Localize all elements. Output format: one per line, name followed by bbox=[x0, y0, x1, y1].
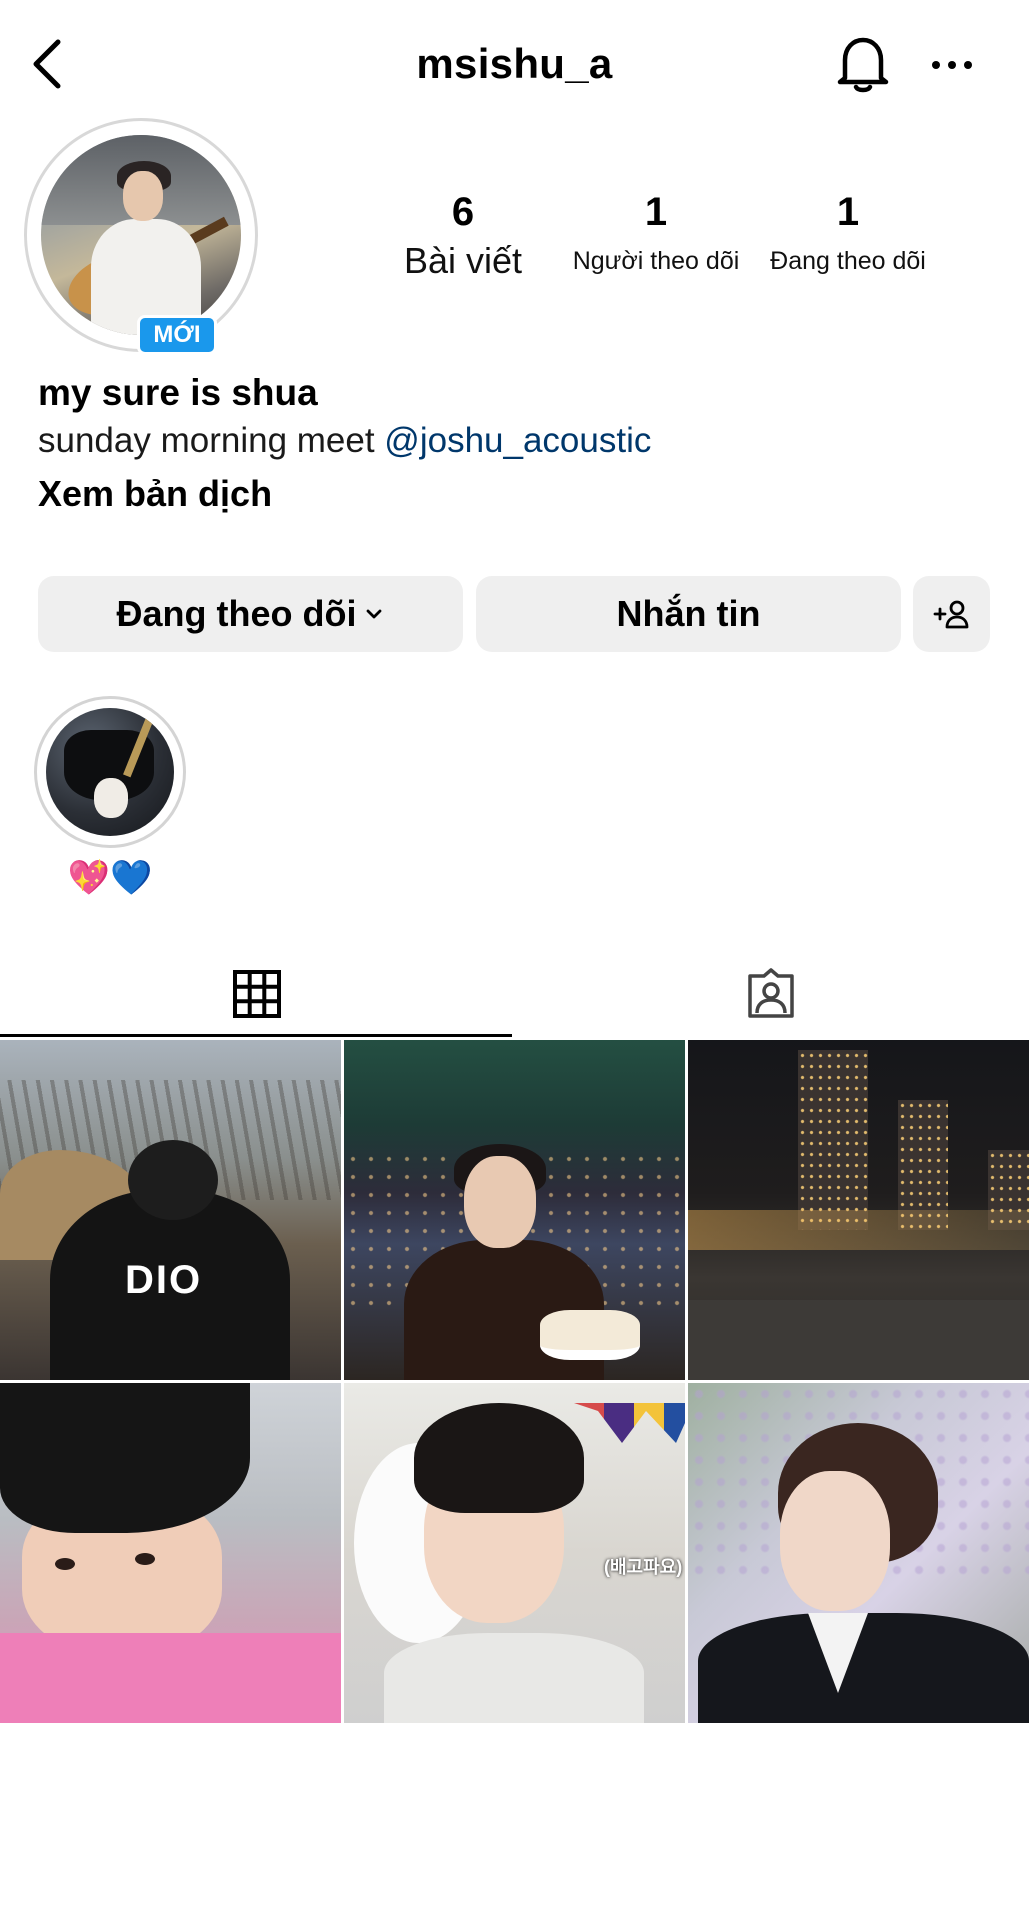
post-thumbnail[interactable] bbox=[344, 1040, 685, 1380]
chevron-down-icon bbox=[367, 609, 382, 619]
highlight-label: 💖💙 bbox=[67, 859, 153, 897]
profile-tabs bbox=[0, 950, 1029, 1038]
see-translation-link[interactable]: Xem bản dịch bbox=[38, 468, 998, 520]
tagged-portrait-icon bbox=[748, 968, 794, 1018]
post-thumbnail[interactable] bbox=[0, 1383, 341, 1723]
grid-icon bbox=[233, 970, 281, 1018]
posts-stat[interactable]: 6 Bài viết bbox=[383, 190, 543, 280]
following-count: 1 bbox=[836, 190, 860, 234]
suggest-users-button[interactable] bbox=[913, 576, 990, 652]
top-bar: msishu_a bbox=[0, 0, 1029, 125]
chevron-left-icon bbox=[33, 39, 61, 89]
more-horizontal-icon bbox=[932, 61, 972, 69]
profile-avatar-ring[interactable]: MỚI bbox=[24, 118, 258, 355]
following-button[interactable]: Đang theo dõi bbox=[38, 576, 463, 652]
avatar bbox=[41, 135, 241, 335]
back-button[interactable] bbox=[28, 36, 68, 92]
story-highlight[interactable]: 💖💙 bbox=[34, 696, 186, 900]
followers-label: Người theo dõi bbox=[572, 247, 740, 275]
posts-count: 6 bbox=[451, 190, 475, 234]
bio-mention-link[interactable]: @joshu_acoustic bbox=[384, 421, 651, 460]
post-thumbnail[interactable]: (배고파요) bbox=[344, 1383, 685, 1723]
bio-text: sunday morning meet bbox=[38, 421, 385, 460]
posts-grid: DIO (배고파요) bbox=[0, 1040, 1029, 1723]
message-button[interactable]: Nhắn tin bbox=[476, 576, 901, 652]
highlight-ring bbox=[34, 696, 186, 848]
post-caption-overlay: (배고파요) bbox=[604, 1557, 683, 1577]
post-thumbnail[interactable]: DIO bbox=[0, 1040, 341, 1380]
message-button-label: Nhắn tin bbox=[616, 593, 761, 634]
bio-text-line: sunday morning meet @joshu_acoustic bbox=[38, 418, 998, 464]
tab-posts[interactable] bbox=[0, 950, 514, 1038]
posts-label: Bài viết bbox=[403, 240, 523, 281]
post-image-text: DIO bbox=[125, 1258, 203, 1302]
new-badge: MỚI bbox=[137, 315, 217, 355]
following-button-label: Đang theo dõi bbox=[116, 593, 357, 634]
post-thumbnail[interactable] bbox=[688, 1383, 1029, 1723]
active-tab-indicator bbox=[0, 1034, 512, 1037]
followers-count: 1 bbox=[644, 190, 668, 234]
post-thumbnail[interactable] bbox=[688, 1040, 1029, 1380]
add-user-icon bbox=[933, 600, 968, 629]
highlight-cover bbox=[46, 708, 174, 836]
bio-display-name: my sure is shua bbox=[38, 372, 318, 413]
bell-icon bbox=[837, 37, 889, 93]
tab-tagged[interactable] bbox=[514, 950, 1028, 1038]
following-label: Đang theo dõi bbox=[770, 247, 926, 275]
profile-bio: my sure is shua sunday morning meet @jos… bbox=[38, 368, 998, 520]
more-options-button[interactable] bbox=[928, 48, 976, 82]
followers-stat[interactable]: 1 Người theo dõi bbox=[561, 190, 751, 280]
following-stat[interactable]: 1 Đang theo dõi bbox=[757, 190, 939, 280]
notifications-button[interactable] bbox=[835, 34, 891, 94]
